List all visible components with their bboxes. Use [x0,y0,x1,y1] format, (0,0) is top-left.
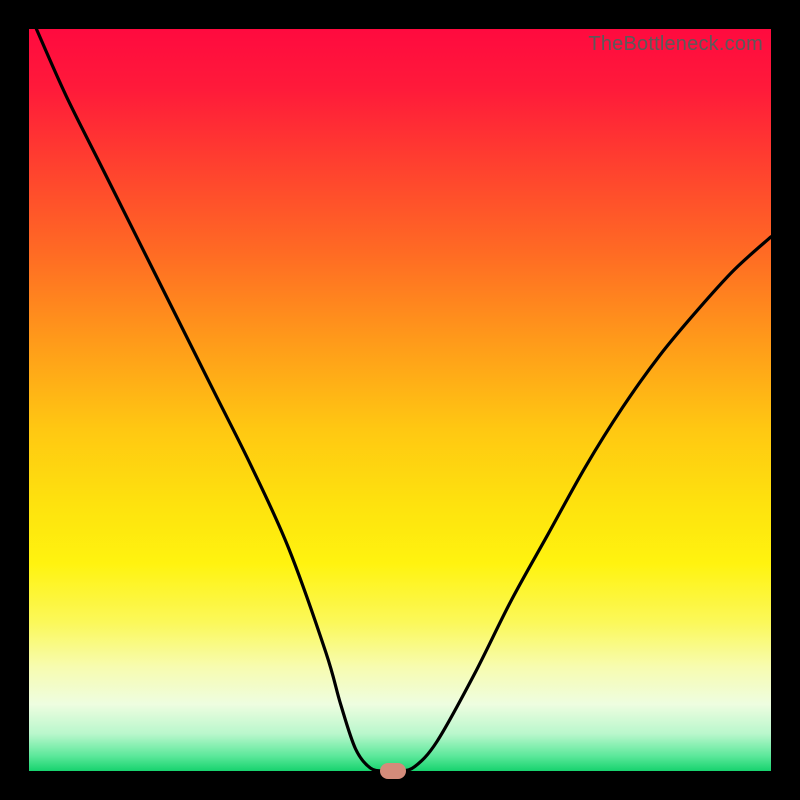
chart-frame: TheBottleneck.com [0,0,800,800]
optimum-marker [380,763,406,779]
plot-area: TheBottleneck.com [29,29,771,771]
bottleneck-curve [29,29,771,771]
